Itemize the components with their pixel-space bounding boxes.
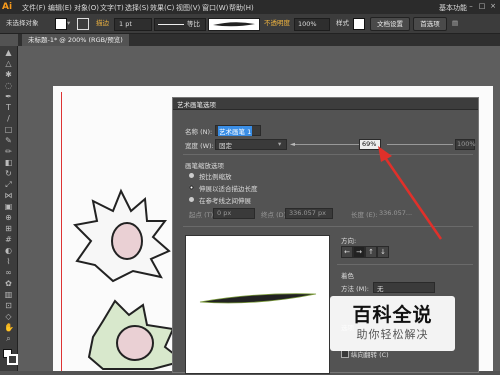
watermark-subtitle: 助你轻松解决 <box>356 328 429 341</box>
watermark-title: 百科全说 <box>352 304 433 326</box>
watermark-logo: 百科全说 助你轻松解决 <box>330 296 455 351</box>
